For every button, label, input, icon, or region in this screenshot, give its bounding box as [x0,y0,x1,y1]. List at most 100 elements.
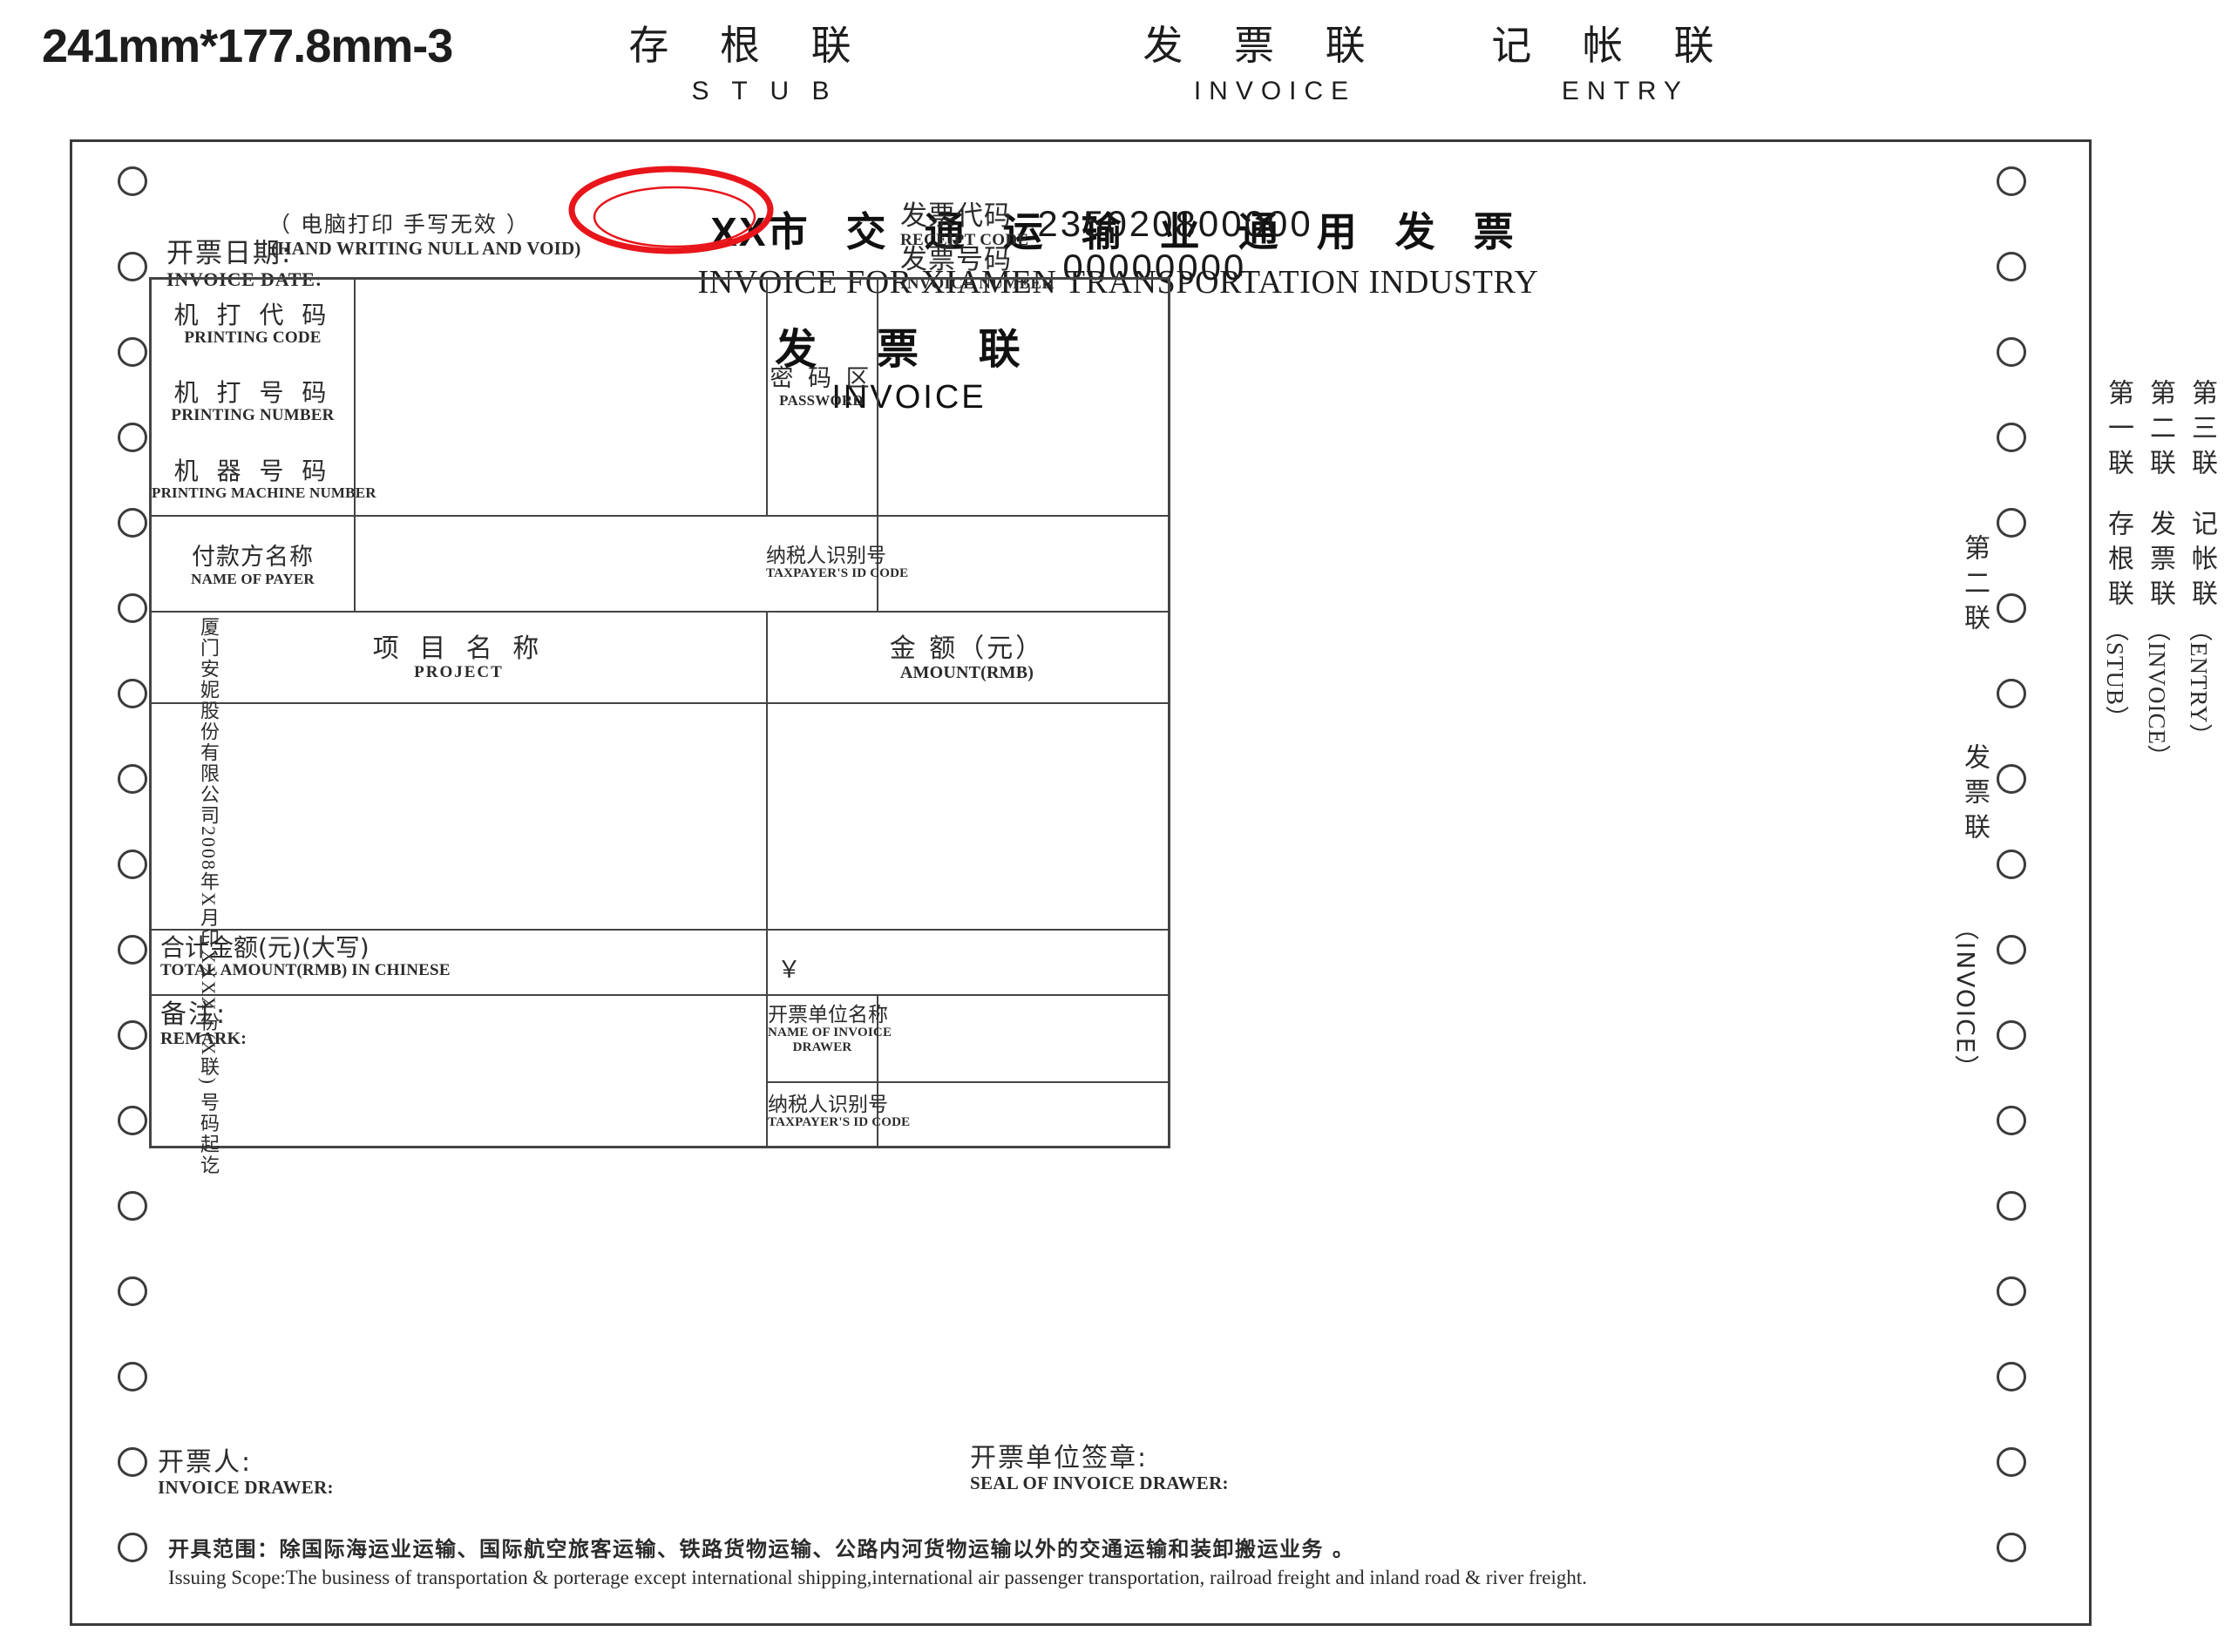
copy-header-invoice-cn: 发 票 联 [1143,22,1385,69]
footer-issuing-scope-cn: 开具范围：除国际海运业运输、国际航空旅客运输、铁路货物运输、公路内河货物运输以外… [168,1537,1355,1561]
footer-seal-of-drawer-cn: 开票单位签章: [970,1443,1149,1473]
column-header-amount-en: AMOUNT(RMB) [899,662,1034,682]
outer-copy-column-0: 第三联 记帐联 （ENTRY） [2182,379,2222,748]
outer-copy-column-0-no: 第三联 [2187,379,2217,484]
sprocket-hole [118,252,147,281]
outer-copy-column-1: 第一联 存根联 （STUB） [2099,379,2139,730]
field-payer-tax-id-value[interactable] [878,517,1166,609]
sheet-header: 241mm*177.8mm-3 存 根 联 S T U B 发 票 联 INVO… [0,0,2231,139]
field-printing-number-label: 机 打 号 码 PRINTING NUMBER [152,380,354,425]
footer-seal-of-drawer: 开票单位签章: SEAL OF INVOICE DRAWER: [970,1443,1229,1494]
field-machine-number-label-cn: 机 器 号 码 [173,457,332,485]
field-printing-code-label: 机 打 代 码 PRINTING CODE [152,302,354,348]
outer-copy-column-1-en: （STUB） [2102,618,2128,731]
field-printing-number-label-cn: 机 打 号 码 [173,378,332,407]
copy-header-stub: 存 根 联 S T U B [610,14,889,106]
footer-invoice-drawer: 开票人: INVOICE DRAWER: [158,1447,334,1499]
footer-issuing-scope-en: Issuing Scope:The business of transporta… [168,1567,1588,1588]
sprocket-hole [1997,508,2026,538]
receipt-code-label: 发票代码 RECEIPT CODE [900,200,1028,250]
field-name-of-payer-label-en: NAME OF PAYER [191,570,315,587]
sprocket-hole [1997,679,2026,708]
sprocket-hole [1997,935,2026,965]
field-drawer-tax-id-label: 纳税人识别号 TAXPAYER'S ID CODE [768,1093,911,1130]
sprocket-hole [118,1362,147,1391]
sprocket-hole [118,935,147,965]
sprocket-hole [1997,1276,2026,1306]
sprocket-hole [118,1020,147,1050]
field-drawer-tax-id-value[interactable] [878,1083,1166,1145]
sprocket-hole [1997,1020,2026,1050]
sprocket-hole [118,593,147,623]
field-payer-tax-id-label-en: TAXPAYER'S ID CODE [766,566,909,581]
field-drawer-tax-id-label-cn: 纳税人识别号 [768,1093,888,1116]
sprocket-hole [118,764,147,794]
outer-copy-column-2-name: 发票联 [2145,510,2175,614]
sprocket-hole [118,679,147,708]
field-name-of-payer-label-cn: 付款方名称 [192,544,314,571]
column-header-project: 项 目 名 称 PROJECT [152,635,766,682]
field-drawer-name-label-cn: 开票单位名称 [768,1004,888,1026]
sprocket-hole [1997,337,2026,367]
column-header-amount: 金 额（元） AMOUNT(RMB) [766,635,1168,683]
copy-header-entry-en: ENTRY [1561,77,1690,105]
field-machine-number-label-en: PRINTING MACHINE NUMBER [152,484,376,501]
field-drawer-name-value[interactable] [878,996,1166,1080]
grid-hline-project-top [152,611,1168,613]
invoice-form-sheet: （ 电脑打印 手写无效 ） (HAND WRITING NULL AND VOI… [70,139,2092,1626]
footer-invoice-drawer-cn: 开票人: [158,1447,253,1478]
sprocket-hole [1997,764,2026,794]
invoice-grid: 机 打 代 码 PRINTING CODE 机 打 号 码 PRINTING N… [149,277,1170,1148]
field-drawer-name-label-en2: DRAWER [792,1040,852,1055]
invoice-template-page: 241mm*177.8mm-3 存 根 联 S T U B 发 票 联 INVO… [0,0,2231,1652]
sprocket-hole [118,1447,147,1477]
field-name-of-payer-label: 付款方名称 NAME OF PAYER [152,545,354,588]
outer-copy-column-1-no: 第一联 [2103,379,2133,484]
sprocket-hole [118,1106,147,1135]
field-remark-value[interactable] [153,1064,764,1145]
paper-size-label: 241mm*177.8mm-3 [42,20,453,72]
field-password-label-en: PASSWORD [779,391,864,409]
copy-header-entry: 记 帐 联 ENTRY [1473,14,1752,106]
sprocket-hole [1997,1191,2026,1221]
city-placeholder: XX [710,209,768,254]
field-password-label-cn: 密 码 区 [770,365,873,392]
sprocket-hole [1997,850,2026,879]
outer-copy-column-0-en: （ENTRY） [2186,618,2212,748]
field-name-of-payer-value[interactable] [356,517,764,609]
sprocket-hole [1997,1362,2026,1391]
sprocket-hole [118,508,147,538]
currency-symbol: ￥ [777,957,801,983]
receipt-code-value: 235020800000 [1037,203,1313,244]
printer-vertical-note: 厦门安妮股份有限公司2008年X月印XXXX份(X联) 号码起讫 [198,617,220,1176]
field-drawer-tax-id-label-en: TAXPAYER'S ID CODE [768,1115,911,1130]
amount-items-area[interactable] [768,704,1166,927]
outer-copy-column-1-name: 存根联 [2103,510,2133,614]
project-items-area[interactable] [153,704,764,927]
outer-copy-column-2: 第二联 发票联 （INVOICE） [2140,379,2180,769]
sprocket-hole [1997,1447,2026,1477]
sprocket-hole [118,1276,147,1306]
field-machine-number-label: 机 器 号 码 PRINTING MACHINE NUMBER [152,457,376,502]
field-printing-code-label-cn: 机 打 代 码 [173,301,332,329]
copy-header-invoice: 发 票 联 INVOICE [1124,14,1403,106]
field-drawer-name-label: 开票单位名称 NAME OF INVOICE DRAWER [768,1004,892,1055]
field-drawer-name-label-en1: NAME OF INVOICE [768,1026,892,1040]
sprocket-hole [1997,252,2026,281]
field-total-chinese-value[interactable] [439,931,764,992]
footer-invoice-drawer-en: INVOICE DRAWER: [158,1477,334,1499]
sprocket-hole [1997,166,2026,196]
footer-seal-of-drawer-en: SEAL OF INVOICE DRAWER: [970,1473,1229,1494]
column-header-project-cn: 项 目 名 称 [372,633,546,664]
column-header-amount-cn: 金 额（元） [889,633,1045,664]
field-payer-tax-id-label-cn: 纳税人识别号 [766,545,886,567]
column-header-project-en: PROJECT [414,662,504,681]
field-printing-number-label-en: PRINTING NUMBER [171,405,335,424]
receipt-code-label-cn: 发票代码 [900,200,1012,232]
invoice-number-label-cn: 发票号码 [900,244,1012,275]
sprocket-hole [118,337,147,367]
receipt-code-row: 发票代码 RECEIPT CODE 235020800000 [900,200,1313,250]
field-total-amount-value[interactable] [805,931,1166,992]
inner-copy-mark-line3: （INVOICE） [1951,916,1980,1081]
copy-header-stub-cn: 存 根 联 [628,22,871,69]
